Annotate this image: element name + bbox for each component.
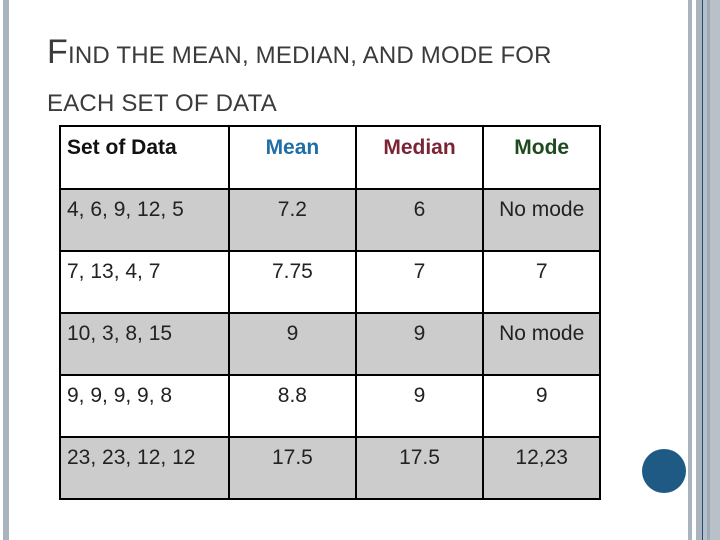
left-decorative-bar — [3, 0, 9, 540]
title-line1: IND THE MEAN, MEDIAN, AND MODE FOR — [67, 42, 552, 69]
data-table: Set of Data Mean Median Mode 4, 6, 9, 12… — [58, 125, 601, 500]
header-row: Set of Data Mean Median Mode — [58, 125, 601, 190]
table-row: 10, 3, 8, 15 9 9 No mode — [58, 312, 601, 376]
title-line2: EACH SET OF DATA — [47, 90, 277, 117]
header-set-of-data: Set of Data — [58, 125, 231, 190]
cell-mean: 9 — [228, 312, 357, 376]
header-mode: Mode — [482, 125, 601, 190]
cell-set: 10, 3, 8, 15 — [58, 312, 231, 376]
right-decorative-bar — [688, 0, 692, 540]
table-row: 9, 9, 9, 9, 8 8.8 9 9 — [58, 374, 601, 438]
cell-set: 7, 13, 4, 7 — [58, 250, 231, 314]
cell-set: 4, 6, 9, 12, 5 — [58, 188, 231, 252]
slide-title: FIND THE MEAN, MEDIAN, AND MODE FOR EACH… — [47, 30, 552, 126]
cell-mode: No mode — [482, 312, 601, 376]
cell-median: 9 — [354, 312, 485, 376]
decorative-circle — [642, 449, 686, 493]
cell-set: 23, 23, 12, 12 — [58, 436, 231, 500]
cell-median: 17.5 — [354, 436, 485, 500]
cell-mode: No mode — [482, 188, 601, 252]
cell-median: 6 — [354, 188, 485, 252]
table-row: 23, 23, 12, 12 17.5 17.5 12,23 — [58, 436, 601, 500]
table-row: 7, 13, 4, 7 7.75 7 7 — [58, 250, 601, 314]
header-mean: Mean — [228, 125, 357, 190]
cell-median: 7 — [354, 250, 485, 314]
cell-median: 9 — [354, 374, 485, 438]
cell-mean: 7.2 — [228, 188, 357, 252]
cell-mode: 7 — [482, 250, 601, 314]
cell-mean: 8.8 — [228, 374, 357, 438]
cell-set: 9, 9, 9, 9, 8 — [58, 374, 231, 438]
cell-mean: 7.75 — [228, 250, 357, 314]
cell-mode: 9 — [482, 374, 601, 438]
right-decorative-bar — [710, 0, 720, 540]
title-initial: F — [47, 33, 68, 71]
cell-mean: 17.5 — [228, 436, 357, 500]
table-row: 4, 6, 9, 12, 5 7.2 6 No mode — [58, 188, 601, 252]
cell-mode: 12,23 — [482, 436, 601, 500]
header-median: Median — [354, 125, 485, 190]
